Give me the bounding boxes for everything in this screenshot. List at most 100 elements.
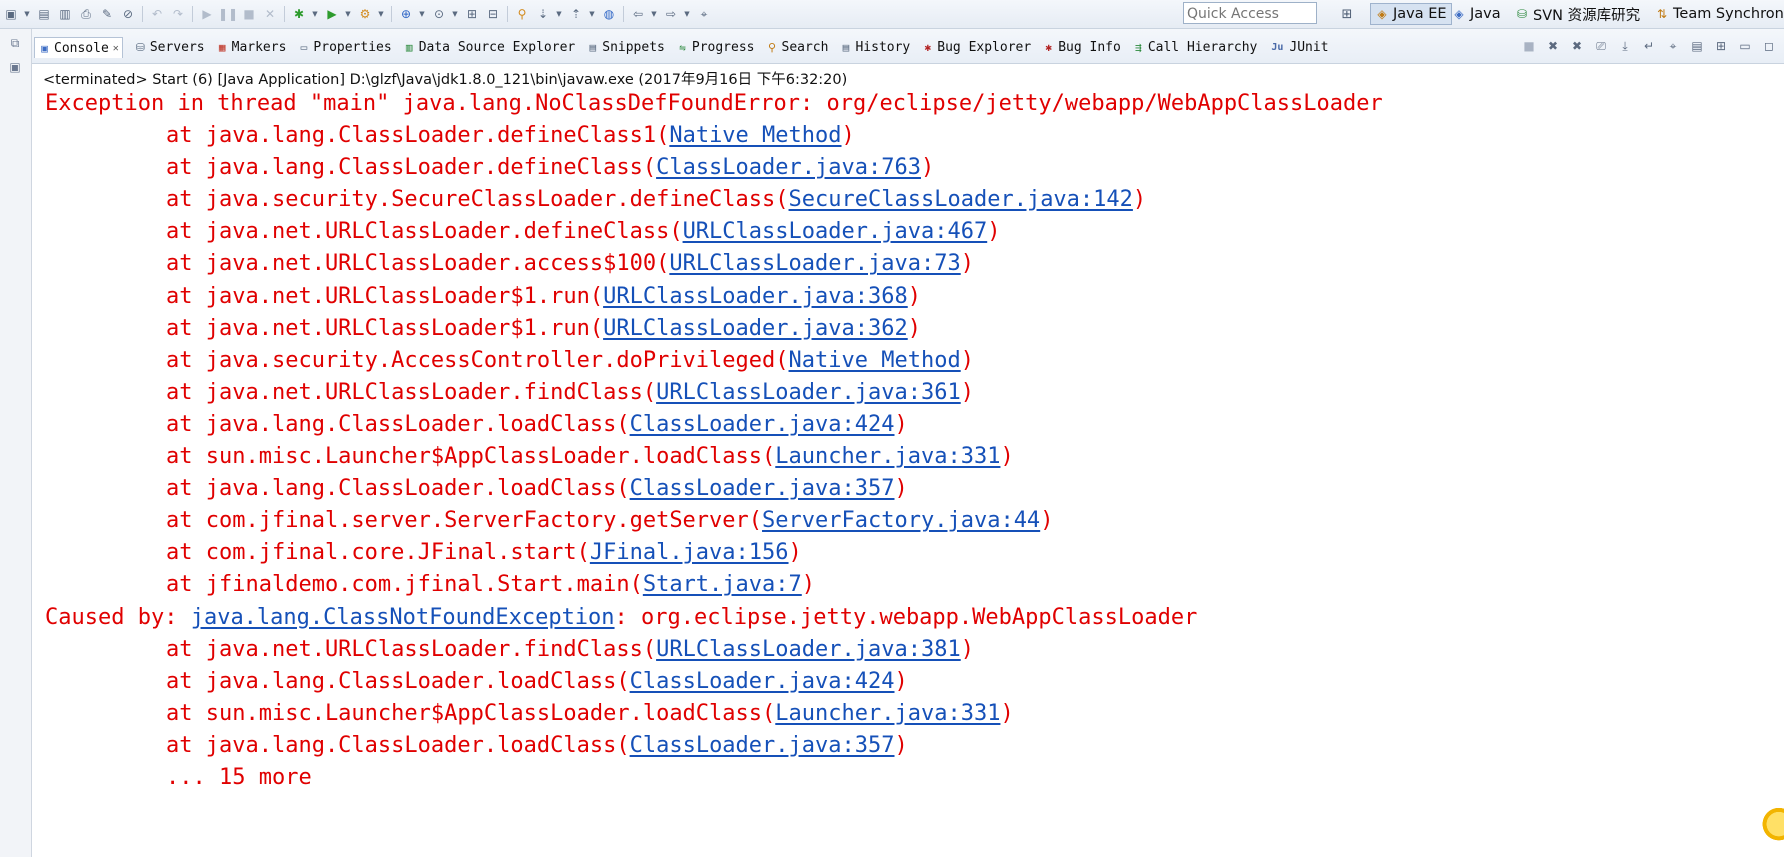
maximize-icon[interactable]: ◻ <box>1760 37 1778 55</box>
redo-icon[interactable]: ↷ <box>169 5 187 23</box>
dropdown-arrow-icon[interactable]: ▼ <box>344 10 352 18</box>
trace-text: at java.security.AccessController.doPriv… <box>166 347 789 373</box>
source-link[interactable]: Native Method <box>789 348 961 373</box>
print-icon[interactable]: ⎙ <box>77 5 95 23</box>
dropdown-arrow-icon[interactable]: ▼ <box>23 10 31 18</box>
display-selected-console-icon[interactable]: ▤ <box>1688 37 1706 55</box>
skip-breakpoints-icon[interactable]: ⊘ <box>119 5 137 23</box>
pin-console-icon[interactable]: ⌖ <box>1664 37 1682 55</box>
source-link[interactable]: ClassLoader.java:357 <box>630 476 895 501</box>
back-icon[interactable]: ⇦ <box>629 5 647 23</box>
tab-snippets[interactable]: ▤ Snippets <box>586 39 664 57</box>
open-type-icon[interactable]: ⊞ <box>463 5 481 23</box>
terminate-icon[interactable]: ■ <box>1520 37 1538 55</box>
debug-icon[interactable]: ✱ <box>290 5 308 23</box>
source-link[interactable]: Native Method <box>669 123 841 148</box>
external-tools-icon[interactable]: ⚙ <box>356 5 374 23</box>
dropdown-arrow-icon[interactable]: ▼ <box>418 10 426 18</box>
tab-data-source-explorer[interactable]: ▥ Data Source Explorer <box>403 39 575 57</box>
trace-text: at java.lang.ClassLoader.loadClass( <box>166 732 630 758</box>
word-wrap-icon[interactable]: ↵ <box>1640 37 1658 55</box>
console-view[interactable]: <terminated> Start (6) [Java Application… <box>32 64 1784 857</box>
suspend-icon[interactable]: ❚❚ <box>218 5 238 23</box>
tab-label: Progress <box>691 40 755 55</box>
source-link[interactable]: Launcher.java:331 <box>775 444 1000 469</box>
tab-call-hierarchy[interactable]: ⇶ Call Hierarchy <box>1132 39 1257 57</box>
tab-servers[interactable]: ⛁ Servers <box>134 39 205 57</box>
source-link[interactable]: URLClassLoader.java:73 <box>669 251 960 276</box>
save-all-icon[interactable]: ▥ <box>56 5 74 23</box>
source-link[interactable]: ServerFactory.java:44 <box>762 508 1040 533</box>
undo-icon[interactable]: ↶ <box>148 5 166 23</box>
source-link[interactable]: URLClassLoader.java:368 <box>603 284 908 309</box>
next-annotation-icon[interactable]: ⇣ <box>534 5 552 23</box>
bug-explorer-icon: ✱ <box>924 41 932 54</box>
tab-bug-explorer[interactable]: ✱ Bug Explorer <box>921 39 1031 57</box>
source-link[interactable]: ClassLoader.java:763 <box>656 155 921 180</box>
scroll-lock-icon[interactable]: ⤓ <box>1616 37 1634 55</box>
disconnect-icon[interactable]: ✕ <box>261 5 279 23</box>
trace-text-suffix: ) <box>894 411 908 437</box>
perspective-team-sync[interactable]: ⇅ Team Synchroni <box>1655 3 1784 25</box>
source-link[interactable]: ClassLoader.java:424 <box>630 412 895 437</box>
remove-launch-icon[interactable]: ✖ <box>1544 37 1562 55</box>
tab-markers[interactable]: ▦ Markers <box>216 39 287 57</box>
perspective-java[interactable]: ◈ Java <box>1452 3 1500 25</box>
search-icon[interactable]: ⚲ <box>513 5 531 23</box>
svn-perspective-icon: ⛁ <box>1516 7 1528 21</box>
previous-annotation-icon[interactable]: ⇡ <box>567 5 585 23</box>
source-link[interactable]: JFinal.java:156 <box>590 540 789 565</box>
new-web-project-icon[interactable]: ⊙ <box>430 5 448 23</box>
dropdown-arrow-icon[interactable]: ▼ <box>650 10 658 18</box>
globe-icon[interactable]: ◍ <box>600 5 618 23</box>
source-link[interactable]: ClassLoader.java:424 <box>630 669 895 694</box>
source-link[interactable]: Launcher.java:331 <box>775 701 1000 726</box>
source-link[interactable]: ClassLoader.java:357 <box>630 733 895 758</box>
minimized-view-icon[interactable]: ▣ <box>4 57 26 77</box>
source-link[interactable]: Start.java:7 <box>643 572 802 597</box>
new-server-icon[interactable]: ⊕ <box>397 5 415 23</box>
console-output[interactable]: Exception in thread "main" java.lang.NoC… <box>45 88 1383 794</box>
tab-junit[interactable]: Ju JUnit <box>1268 39 1328 57</box>
open-perspective-icon[interactable]: ⊞ <box>1337 4 1357 24</box>
forward-icon[interactable]: ⇨ <box>662 5 680 23</box>
terminate-icon[interactable]: ■ <box>240 5 258 23</box>
source-link[interactable]: URLClassLoader.java:362 <box>603 316 908 341</box>
quick-access-box[interactable] <box>1183 2 1317 24</box>
dropdown-arrow-icon[interactable]: ▼ <box>555 10 563 18</box>
restore-icon[interactable]: ⧉ <box>4 33 26 53</box>
pin-editor-icon[interactable]: ⌖ <box>695 5 713 23</box>
dropdown-arrow-icon[interactable]: ▼ <box>377 10 385 18</box>
trace-text-suffix: ) <box>960 347 974 373</box>
source-link[interactable]: java.lang.ClassNotFoundException <box>191 605 615 630</box>
tab-history[interactable]: ▤ History <box>839 39 911 57</box>
minimize-icon[interactable]: ▭ <box>1736 37 1754 55</box>
save-icon[interactable]: ▤ <box>35 5 53 23</box>
source-link[interactable]: URLClassLoader.java:467 <box>683 219 988 244</box>
tab-progress[interactable]: ⇋ Progress <box>676 39 755 57</box>
perspective-java-ee[interactable]: ◈ Java EE <box>1370 3 1452 25</box>
clear-console-icon[interactable]: ⎚ <box>1592 37 1610 55</box>
source-link[interactable]: SecureClassLoader.java:142 <box>789 187 1133 212</box>
tab-properties[interactable]: ▭ Properties <box>297 39 392 57</box>
remove-all-terminated-icon[interactable]: ✖ <box>1568 37 1586 55</box>
open-console-icon[interactable]: ⊞ <box>1712 37 1730 55</box>
source-link[interactable]: URLClassLoader.java:361 <box>656 380 961 405</box>
close-tab-icon[interactable]: ✕ <box>113 43 119 54</box>
resume-icon[interactable]: ▶ <box>198 5 216 23</box>
open-resource-icon[interactable]: ⊟ <box>484 5 502 23</box>
dropdown-arrow-icon[interactable]: ▼ <box>588 10 596 18</box>
quick-access-input[interactable] <box>1187 5 1315 23</box>
source-link[interactable]: URLClassLoader.java:381 <box>656 637 961 662</box>
perspective-svn[interactable]: ⛁ SVN 资源库研究 <box>1515 3 1640 25</box>
tab-console[interactable]: ▣ Console ✕ <box>34 37 123 58</box>
toggle-mark-icon[interactable]: ✎ <box>98 5 116 23</box>
dropdown-arrow-icon[interactable]: ▼ <box>683 10 691 18</box>
dropdown-arrow-icon[interactable]: ▼ <box>451 10 459 18</box>
progress-icon: ⇋ <box>679 41 686 54</box>
tab-search[interactable]: ⚲ Search <box>766 39 829 57</box>
tab-bug-info[interactable]: ✱ Bug Info <box>1042 39 1120 57</box>
run-icon[interactable]: ▶ <box>323 5 341 23</box>
new-icon[interactable]: ▣ <box>2 5 20 23</box>
dropdown-arrow-icon[interactable]: ▼ <box>311 10 319 18</box>
